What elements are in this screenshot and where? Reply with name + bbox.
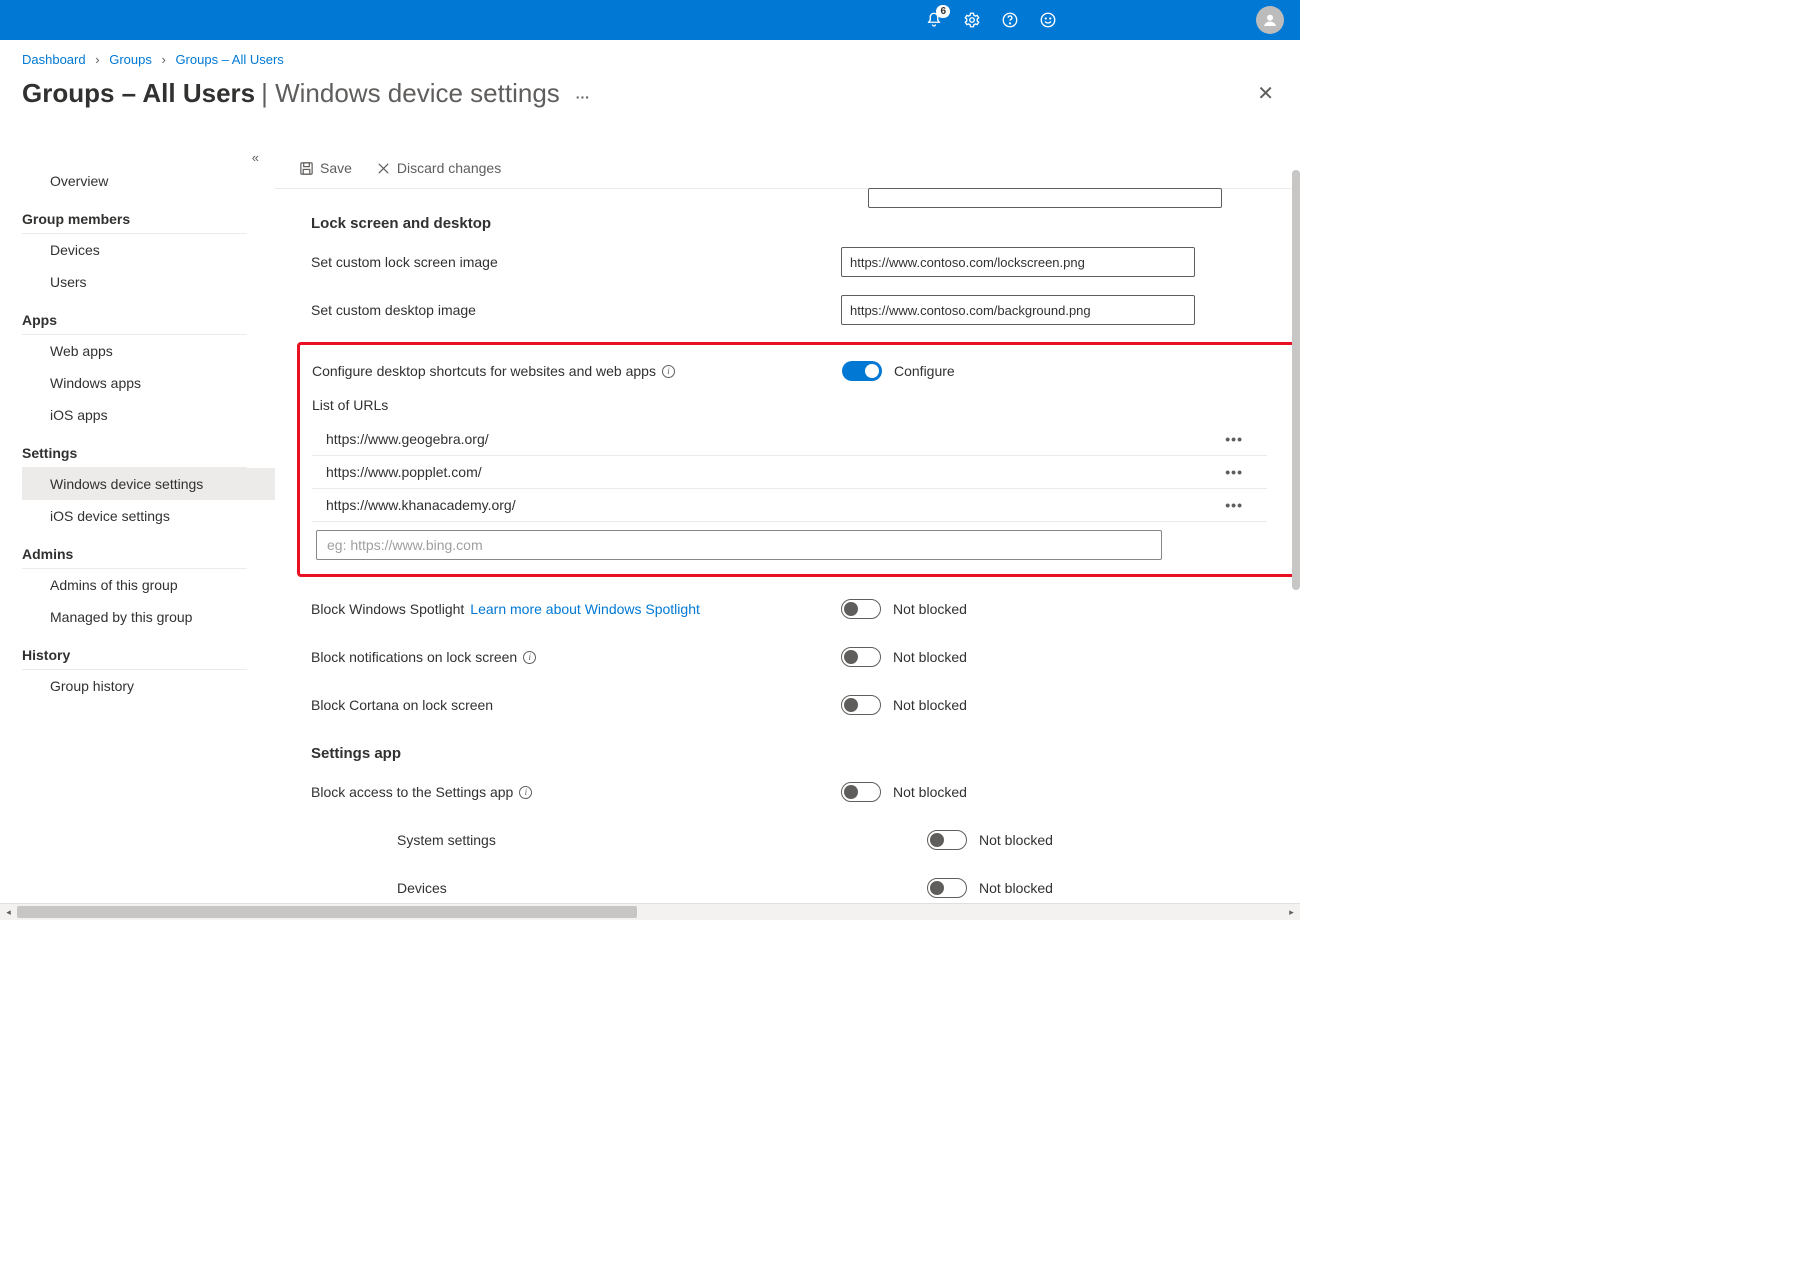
url-item-more-icon[interactable]: ••• [1225, 497, 1263, 513]
scroll-left-icon[interactable]: ◂ [0, 904, 17, 920]
breadcrumb-dashboard[interactable]: Dashboard [22, 52, 86, 67]
url-item-more-icon[interactable]: ••• [1225, 464, 1263, 480]
sidebar-item-overview[interactable]: Overview [22, 165, 275, 197]
spotlight-link[interactable]: Learn more about Windows Spotlight [470, 601, 700, 617]
add-url-input[interactable] [316, 530, 1162, 560]
save-button[interactable]: Save [289, 156, 362, 180]
url-item-more-icon[interactable]: ••• [1225, 431, 1263, 447]
sidebar-item-windows-device-settings[interactable]: Windows device settings [22, 468, 275, 500]
sidebar-header-admins: Admins [22, 536, 247, 569]
info-icon[interactable]: i [523, 651, 536, 664]
page-title: Groups – All Users | Windows device sett… [22, 78, 590, 109]
cortana-toggle[interactable] [841, 695, 881, 715]
info-icon[interactable]: i [519, 786, 532, 799]
shortcuts-highlight-box: Configure desktop shortcuts for websites… [297, 342, 1300, 577]
system-settings-label: System settings [397, 832, 927, 848]
sidebar-item-admins-of-group[interactable]: Admins of this group [22, 569, 275, 601]
cortana-label: Block Cortana on lock screen [311, 697, 841, 713]
sidebar-header-settings: Settings [22, 435, 247, 468]
close-blade-button[interactable]: ✕ [1253, 77, 1278, 110]
section-settings-app: Settings app [311, 745, 1270, 762]
toolbar: Save Discard changes [275, 150, 1300, 189]
breadcrumb-groups[interactable]: Groups [109, 52, 152, 67]
block-settings-toggle[interactable] [841, 782, 881, 802]
truncated-select[interactable] [868, 188, 1222, 208]
feedback-smile-icon[interactable] [1038, 10, 1058, 30]
sidebar-item-managed-by-group[interactable]: Managed by this group [22, 601, 275, 633]
spotlight-toggle[interactable] [841, 599, 881, 619]
top-bar: 6 [0, 0, 1300, 40]
sidebar-item-windows-apps[interactable]: Windows apps [22, 367, 275, 399]
shortcuts-toggle-label: Configure [894, 363, 955, 379]
notifications-label: Block notifications on lock screen i [311, 649, 841, 665]
breadcrumb: Dashboard › Groups › Groups – All Users [0, 40, 1300, 73]
settings-gear-icon[interactable] [962, 10, 982, 30]
sidebar-item-users[interactable]: Users [22, 266, 275, 298]
discard-button[interactable]: Discard changes [366, 156, 511, 180]
section-lock-screen: Lock screen and desktop [311, 215, 1270, 232]
desktop-input[interactable] [841, 295, 1195, 325]
sidebar-item-group-history[interactable]: Group history [22, 670, 275, 702]
more-actions-icon[interactable]: ··· [576, 89, 590, 105]
url-item: https://www.khanacademy.org/ ••• [312, 489, 1267, 522]
info-icon[interactable]: i [662, 365, 675, 378]
system-settings-toggle[interactable] [927, 830, 967, 850]
notifications-icon[interactable]: 6 [924, 10, 944, 30]
user-avatar[interactable] [1256, 6, 1284, 34]
sidebar-item-ios-device-settings[interactable]: iOS device settings [22, 500, 275, 532]
url-item: https://www.popplet.com/ ••• [312, 456, 1267, 489]
vertical-scrollbar[interactable] [1292, 170, 1300, 590]
notification-badge: 6 [936, 5, 950, 18]
devices-setting-toggle[interactable] [927, 878, 967, 898]
scroll-right-icon[interactable]: ▸ [1283, 904, 1300, 920]
breadcrumb-all-users[interactable]: Groups – All Users [175, 52, 283, 67]
horizontal-scrollbar[interactable]: ◂ ▸ [0, 903, 1300, 920]
collapse-sidebar-icon[interactable]: « [22, 150, 275, 165]
list-of-urls-header: List of URLs [312, 397, 1267, 413]
sidebar-header-history: History [22, 637, 247, 670]
desktop-label: Set custom desktop image [311, 302, 841, 318]
sidebar-item-devices[interactable]: Devices [22, 234, 275, 266]
sidebar-item-ios-apps[interactable]: iOS apps [22, 399, 275, 431]
sidebar-item-web-apps[interactable]: Web apps [22, 335, 275, 367]
sidebar-header-apps: Apps [22, 302, 247, 335]
sidebar-header-group-members: Group members [22, 201, 247, 234]
devices-setting-label: Devices [397, 880, 927, 896]
block-settings-label: Block access to the Settings app i [311, 784, 841, 800]
sidebar: « Overview Group members Devices Users A… [0, 150, 275, 920]
lockscreen-label: Set custom lock screen image [311, 254, 841, 270]
shortcuts-label: Configure desktop shortcuts for websites… [312, 363, 842, 379]
spotlight-label: Block Windows Spotlight Learn more about… [311, 601, 841, 617]
form-pane: Save Discard changes ▴ Lock screen and d… [275, 150, 1300, 920]
help-icon[interactable] [1000, 10, 1020, 30]
notifications-toggle[interactable] [841, 647, 881, 667]
shortcuts-toggle[interactable] [842, 361, 882, 381]
url-item: https://www.geogebra.org/ ••• [312, 423, 1267, 456]
lockscreen-input[interactable] [841, 247, 1195, 277]
